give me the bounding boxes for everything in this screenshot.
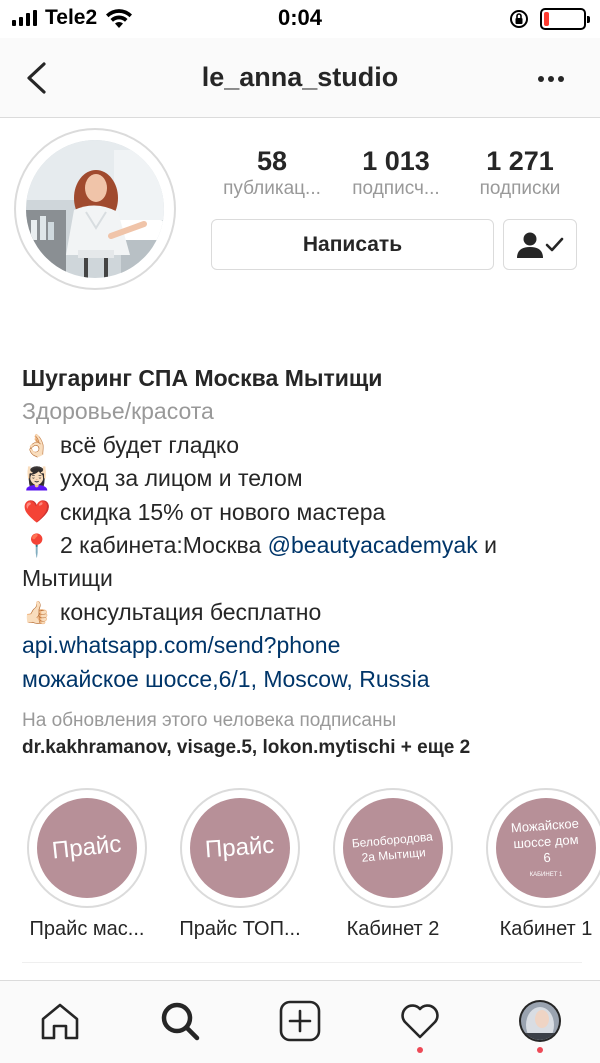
profile-notification-dot xyxy=(537,1047,543,1053)
bio-line-text: скидка 15% от нового мастера xyxy=(60,498,386,525)
highlight-label: Прайс ТОП... xyxy=(179,918,301,940)
bio-line-1: 👌🏻 всё будет гладко xyxy=(22,429,592,462)
highlight-cover-image: Прайс xyxy=(190,798,290,898)
stat-posts-label: публикац... xyxy=(223,178,321,199)
stat-posts[interactable]: 58 публикац... xyxy=(210,146,334,202)
profile-header-bar: le_anna_studio xyxy=(0,38,600,118)
highlight-cover[interactable]: Можайское шоссе дом 6 кабинет 1 xyxy=(486,788,600,908)
followed-by-caption: На обновления этого человека подписаны xyxy=(22,710,397,731)
bio-line-2: 💆🏻‍♀️ уход за лицом и телом xyxy=(22,462,592,495)
display-name: Шугаринг СПА Москва Мытищи xyxy=(22,365,383,391)
address-link[interactable]: можайское шоссе,6/1, Moscow, Russia xyxy=(22,663,592,696)
profile-photo xyxy=(26,140,164,278)
status-bar: Tele2 0:04 xyxy=(0,0,600,38)
status-right xyxy=(508,8,590,30)
highlight-label: Кабинет 2 xyxy=(346,918,440,940)
highlight-cover-image: Прайс xyxy=(37,798,137,898)
highlight-item[interactable]: Можайское шоссе дом 6 кабинет 1 Кабинет … xyxy=(471,788,600,941)
ok-hand-emoji: 👌🏻 xyxy=(23,432,51,458)
followed-by-more: + еще 2 xyxy=(400,737,471,758)
highlight-cover[interactable]: Белобородова 2а Мытищи xyxy=(333,788,453,908)
orientation-lock-icon xyxy=(510,10,528,28)
heart-icon xyxy=(401,1004,439,1039)
bio-location-text: 2 кабинета:Москва xyxy=(60,532,268,559)
highlight-label: Кабинет 1 xyxy=(499,918,593,940)
battery-level xyxy=(544,12,549,26)
following-button[interactable] xyxy=(503,219,577,270)
more-options-icon[interactable] xyxy=(536,64,566,94)
highlight-cover-text: Можайское шоссе дом 6 xyxy=(510,815,580,866)
highlight-cover-text: Прайс xyxy=(204,831,276,864)
stat-following-value: 1 271 xyxy=(486,146,554,176)
profile-bio: Шугаринг СПА Москва Мытищи Здоровье/крас… xyxy=(22,362,592,696)
message-button[interactable]: Написать xyxy=(211,219,494,270)
bio-line-text: консультация бесплатно xyxy=(60,598,322,625)
search-icon xyxy=(161,1002,200,1041)
thumbs-up-emoji: 👍🏻 xyxy=(23,599,51,625)
highlight-cover-image: Белобородова 2а Мытищи xyxy=(343,798,443,898)
highlight-item[interactable]: Прайс Прайс ТОП... xyxy=(165,788,315,941)
highlight-cover-image: Можайское шоссе дом 6 кабинет 1 xyxy=(496,798,596,898)
mention-link[interactable]: @beautyacademyak xyxy=(268,532,478,558)
stat-followers-label: подписч... xyxy=(352,178,440,199)
highlight-cover-text: Белобородова 2а Мытищи xyxy=(351,829,434,865)
bottom-tab-bar xyxy=(0,980,600,1063)
battery-icon xyxy=(540,8,590,30)
heart-emoji: ❤️ xyxy=(23,499,51,525)
person-check-icon xyxy=(517,232,564,258)
tab-home[interactable] xyxy=(36,997,84,1045)
tab-search[interactable] xyxy=(156,997,204,1045)
follower-name: lokon.mytischi xyxy=(262,737,396,758)
category-label: Здоровье/красота xyxy=(22,398,214,425)
profile-avatar-icon xyxy=(519,1000,561,1042)
bio-line-3: ❤️ скидка 15% от нового мастера xyxy=(22,496,592,529)
highlight-cover-subtext: кабинет 1 xyxy=(529,872,563,878)
stat-posts-value: 58 xyxy=(256,146,288,176)
highlight-cover[interactable]: Прайс xyxy=(180,788,300,908)
profile-avatar[interactable] xyxy=(14,128,176,290)
bio-line-text: уход за лицом и телом xyxy=(60,465,303,492)
username-title: le_anna_studio xyxy=(201,62,399,92)
highlight-item[interactable]: Белобородова 2а Мытищи Кабинет 2 xyxy=(318,788,468,941)
followed-by[interactable]: На обновления этого человека подписаны d… xyxy=(22,708,592,762)
highlight-cover[interactable]: Прайс xyxy=(27,788,147,908)
website-link[interactable]: api.whatsapp.com/send?phone xyxy=(22,629,592,662)
follower-name: visage.5 xyxy=(176,737,252,758)
stat-followers[interactable]: 1 013 подписч... xyxy=(334,146,458,202)
tab-profile[interactable] xyxy=(516,997,564,1045)
stat-following-label: подписки xyxy=(479,178,561,199)
followed-by-names: dr.kakhramanov, visage.5, lokon.mytischi… xyxy=(22,737,471,758)
story-highlights: Прайс Прайс мас... Прайс Прайс ТОП... Бе… xyxy=(0,788,600,948)
bio-line-5: 👍🏻 консультация бесплатно xyxy=(22,596,592,629)
home-icon xyxy=(41,1003,79,1040)
highlight-cover-text: Прайс xyxy=(51,830,123,865)
pin-emoji: 📍 xyxy=(23,533,51,559)
highlight-label: Прайс мас... xyxy=(29,918,145,940)
bio-line-4: 📍 2 кабинета:Москва @beautyacademyak и Мы… xyxy=(22,529,592,596)
stat-following[interactable]: 1 271 подписки xyxy=(458,146,582,202)
profile-photo-illustration xyxy=(26,140,164,278)
profile-stats: 58 публикац... 1 013 подписч... 1 271 по… xyxy=(210,146,582,202)
tab-add-post[interactable] xyxy=(276,997,324,1045)
follower-name: dr.kakhramanov xyxy=(22,737,167,758)
stat-followers-value: 1 013 xyxy=(362,146,430,176)
tab-activity[interactable] xyxy=(396,997,444,1045)
face-massage-emoji: 💆🏻‍♀️ xyxy=(23,465,51,491)
bio-line-text: всё будет гладко xyxy=(60,431,240,458)
highlight-item[interactable]: Прайс Прайс мас... xyxy=(12,788,162,941)
add-post-icon xyxy=(279,1000,321,1042)
activity-notification-dot xyxy=(417,1047,423,1053)
section-divider xyxy=(22,962,582,963)
